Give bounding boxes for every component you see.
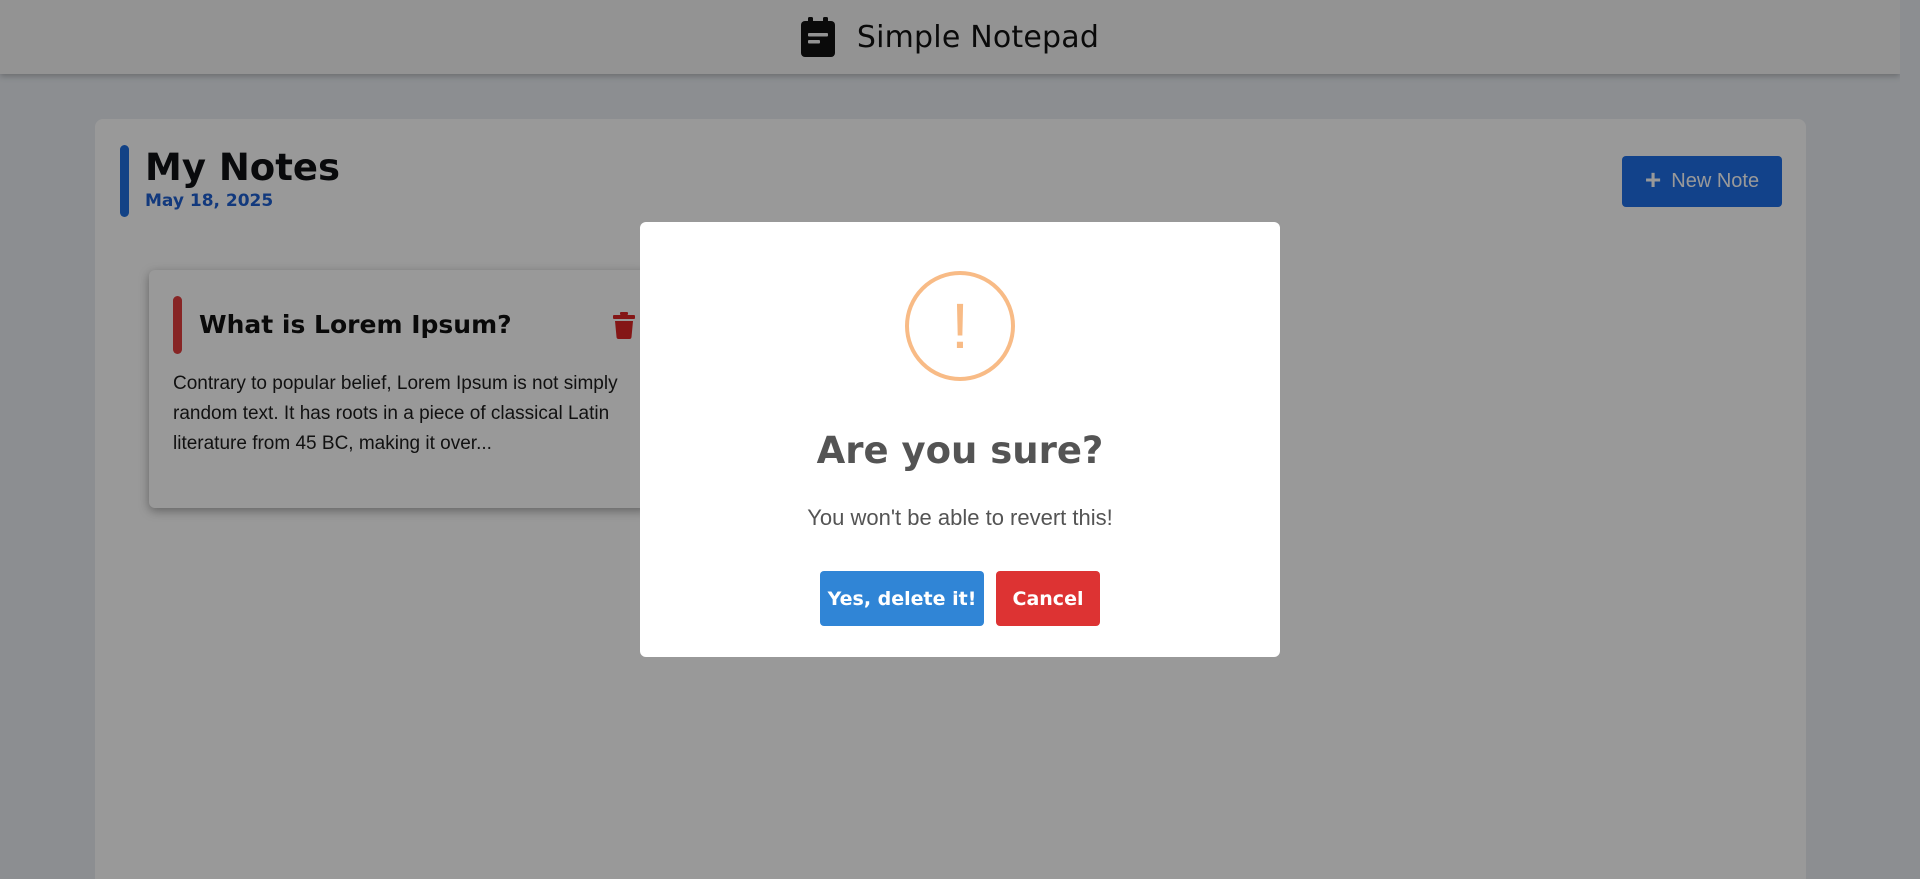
dialog-actions: Yes, delete it! Cancel <box>640 571 1280 626</box>
warning-glyph: ! <box>951 290 969 362</box>
warning-icon: ! <box>905 271 1015 381</box>
dialog-title: Are you sure? <box>816 429 1104 472</box>
confirm-delete-dialog: ! Are you sure? You won't be able to rev… <box>640 222 1280 657</box>
dialog-message: You won't be able to revert this! <box>807 505 1113 530</box>
cancel-button[interactable]: Cancel <box>996 571 1100 626</box>
confirm-delete-button[interactable]: Yes, delete it! <box>820 571 984 626</box>
